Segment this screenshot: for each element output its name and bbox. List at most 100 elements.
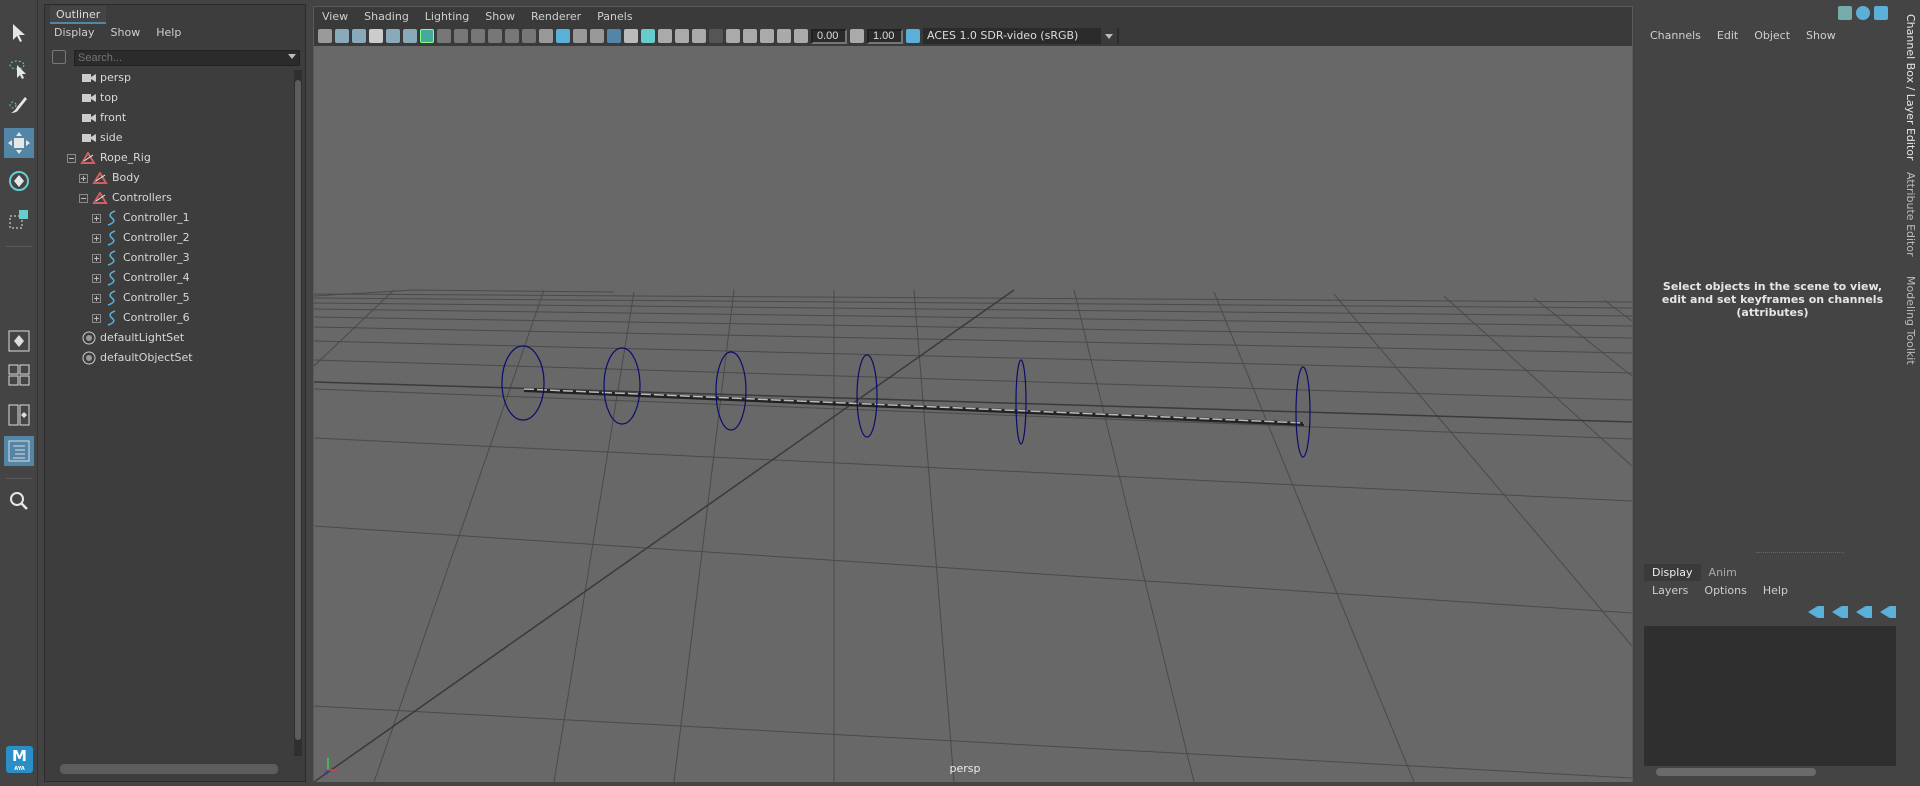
persp-outliner-layout-icon[interactable] (4, 400, 34, 430)
outliner-item-persp[interactable]: persp (82, 68, 131, 88)
outliner-item-default-light-set[interactable]: defaultLightSet (82, 328, 184, 348)
select-camera-icon[interactable] (318, 29, 332, 43)
viewport-menu-show[interactable]: Show (485, 10, 515, 23)
outliner-layout-icon[interactable] (4, 436, 34, 466)
gamma-field[interactable] (867, 28, 903, 44)
isolate-select-icon[interactable] (726, 29, 740, 43)
channel-box-menu-object[interactable]: Object (1754, 29, 1790, 42)
outliner-item-front[interactable]: front (82, 108, 126, 128)
chevron-down-icon[interactable] (288, 54, 296, 59)
layer-menu-options[interactable]: Options (1704, 584, 1746, 597)
outliner-horizontal-scrollbar[interactable] (60, 764, 278, 774)
outliner-item-controllers[interactable]: Controllers (79, 188, 172, 208)
lasso-tool-icon[interactable] (4, 54, 34, 84)
outliner-menu-help[interactable]: Help (156, 26, 181, 39)
expand-toggle-icon[interactable] (92, 233, 101, 243)
3d-viewport[interactable] (314, 46, 1632, 782)
side-tab-modeling-toolkit[interactable]: Modeling Toolkit (1904, 276, 1917, 365)
rotate-tool-icon[interactable] (4, 166, 34, 196)
outliner-item-side[interactable]: side (82, 128, 123, 148)
grid-toggle-icon[interactable] (420, 29, 434, 43)
wireframe-icon[interactable] (539, 29, 553, 43)
tab-display[interactable]: Display (1644, 564, 1701, 581)
color-management-icon[interactable] (906, 29, 920, 43)
viewport-menu-lighting[interactable]: Lighting (425, 10, 469, 23)
move-tool-icon[interactable] (4, 128, 34, 158)
expand-toggle-icon[interactable] (92, 213, 101, 223)
layers-horizontal-scrollbar[interactable] (1656, 768, 1816, 776)
exposure-icon[interactable] (794, 29, 808, 43)
shadows-icon[interactable] (641, 29, 655, 43)
expand-toggle-icon[interactable] (79, 173, 88, 183)
safe-title-icon[interactable] (522, 29, 536, 43)
film-gate-icon[interactable] (437, 29, 451, 43)
outliner-item-controller-5[interactable]: Controller_5 (92, 288, 190, 308)
expand-toggle-icon[interactable] (92, 313, 101, 323)
viewport-menu-shading[interactable]: Shading (364, 10, 409, 23)
gate-mask-icon[interactable] (471, 29, 485, 43)
new-empty-layer-icon[interactable] (1856, 606, 1872, 618)
use-all-lights-icon[interactable] (624, 29, 638, 43)
outliner-item-body[interactable]: Body (79, 168, 140, 188)
scene-canvas[interactable] (314, 46, 1632, 782)
viewport-menu-view[interactable]: View (322, 10, 348, 23)
outliner-menu-show[interactable]: Show (111, 26, 141, 39)
channel-box-menu-show[interactable]: Show (1806, 29, 1836, 42)
layer-menu-help[interactable]: Help (1763, 584, 1788, 597)
layer-menu-layers[interactable]: Layers (1652, 584, 1688, 597)
smooth-shade-icon[interactable] (556, 29, 570, 43)
outliner-item-default-object-set[interactable]: defaultObjectSet (82, 348, 193, 368)
gamma-icon[interactable] (850, 29, 864, 43)
default-material-icon[interactable] (590, 29, 604, 43)
expand-toggle-icon[interactable] (92, 253, 101, 263)
xray-active-icon[interactable] (760, 29, 774, 43)
move-layer-down-icon[interactable] (1832, 606, 1848, 618)
expand-toggle-icon[interactable] (92, 273, 101, 283)
screen-space-ao-icon[interactable] (658, 29, 672, 43)
outliner-item-top[interactable]: top (82, 88, 118, 108)
grease-pencil-icon[interactable] (403, 29, 417, 43)
camera-attributes-icon[interactable] (335, 29, 349, 43)
attribute-editor-icon[interactable] (1874, 6, 1888, 20)
outliner-menu-display[interactable]: Display (54, 26, 95, 39)
outliner-item-controller-1[interactable]: Controller_1 (92, 208, 190, 228)
outliner-item-rope-rig[interactable]: Rope_Rig (67, 148, 151, 168)
bookmarks-icon[interactable] (352, 29, 366, 43)
side-tab-channel-box[interactable]: Channel Box / Layer Editor (1904, 14, 1917, 161)
anti-aliasing-icon[interactable] (692, 29, 706, 43)
channel-box-menu-edit[interactable]: Edit (1717, 29, 1738, 42)
modeling-toolkit-icon[interactable] (1856, 6, 1870, 20)
resolution-gate-icon[interactable] (454, 29, 468, 43)
panel-splitter[interactable] (1756, 552, 1844, 553)
collapse-toggle-icon[interactable] (67, 153, 76, 163)
four-view-layout-icon[interactable] (4, 360, 34, 390)
expand-toggle-icon[interactable] (92, 293, 101, 303)
paint-select-icon[interactable] (4, 90, 34, 120)
channel-box-menu-channels[interactable]: Channels (1650, 29, 1701, 42)
motion-blur-icon[interactable] (675, 29, 689, 43)
outliner-item-controller-6[interactable]: Controller_6 (92, 308, 190, 328)
viewport-menu-panels[interactable]: Panels (597, 10, 632, 23)
view-transform-select[interactable]: ACES 1.0 SDR-video (sRGB) (923, 28, 1119, 44)
exposure-field[interactable] (811, 28, 847, 44)
move-layer-up-icon[interactable] (1808, 606, 1824, 618)
search-icon[interactable] (4, 486, 34, 516)
depth-of-field-icon[interactable] (709, 29, 723, 43)
outliner-search-input[interactable] (74, 50, 300, 66)
toolbox-toggle-icon[interactable] (1838, 6, 1852, 20)
xray-icon[interactable] (743, 29, 757, 43)
wireframe-on-shaded-icon[interactable] (573, 29, 587, 43)
collapse-toggle-icon[interactable] (79, 193, 88, 203)
tab-anim[interactable]: Anim (1701, 564, 1745, 581)
outliner-item-controller-2[interactable]: Controller_2 (92, 228, 190, 248)
tab-outliner[interactable]: Outliner (50, 6, 107, 24)
scale-tool-icon[interactable] (4, 204, 34, 234)
single-perspective-layout-icon[interactable] (4, 326, 34, 356)
viewport-menu-renderer[interactable]: Renderer (531, 10, 581, 23)
safe-action-icon[interactable] (505, 29, 519, 43)
outliner-item-controller-3[interactable]: Controller_3 (92, 248, 190, 268)
image-plane-icon[interactable] (369, 29, 383, 43)
chevron-down-icon[interactable] (1101, 28, 1117, 44)
2d-pan-zoom-icon[interactable] (386, 29, 400, 43)
search-filter-icon[interactable] (52, 50, 66, 64)
